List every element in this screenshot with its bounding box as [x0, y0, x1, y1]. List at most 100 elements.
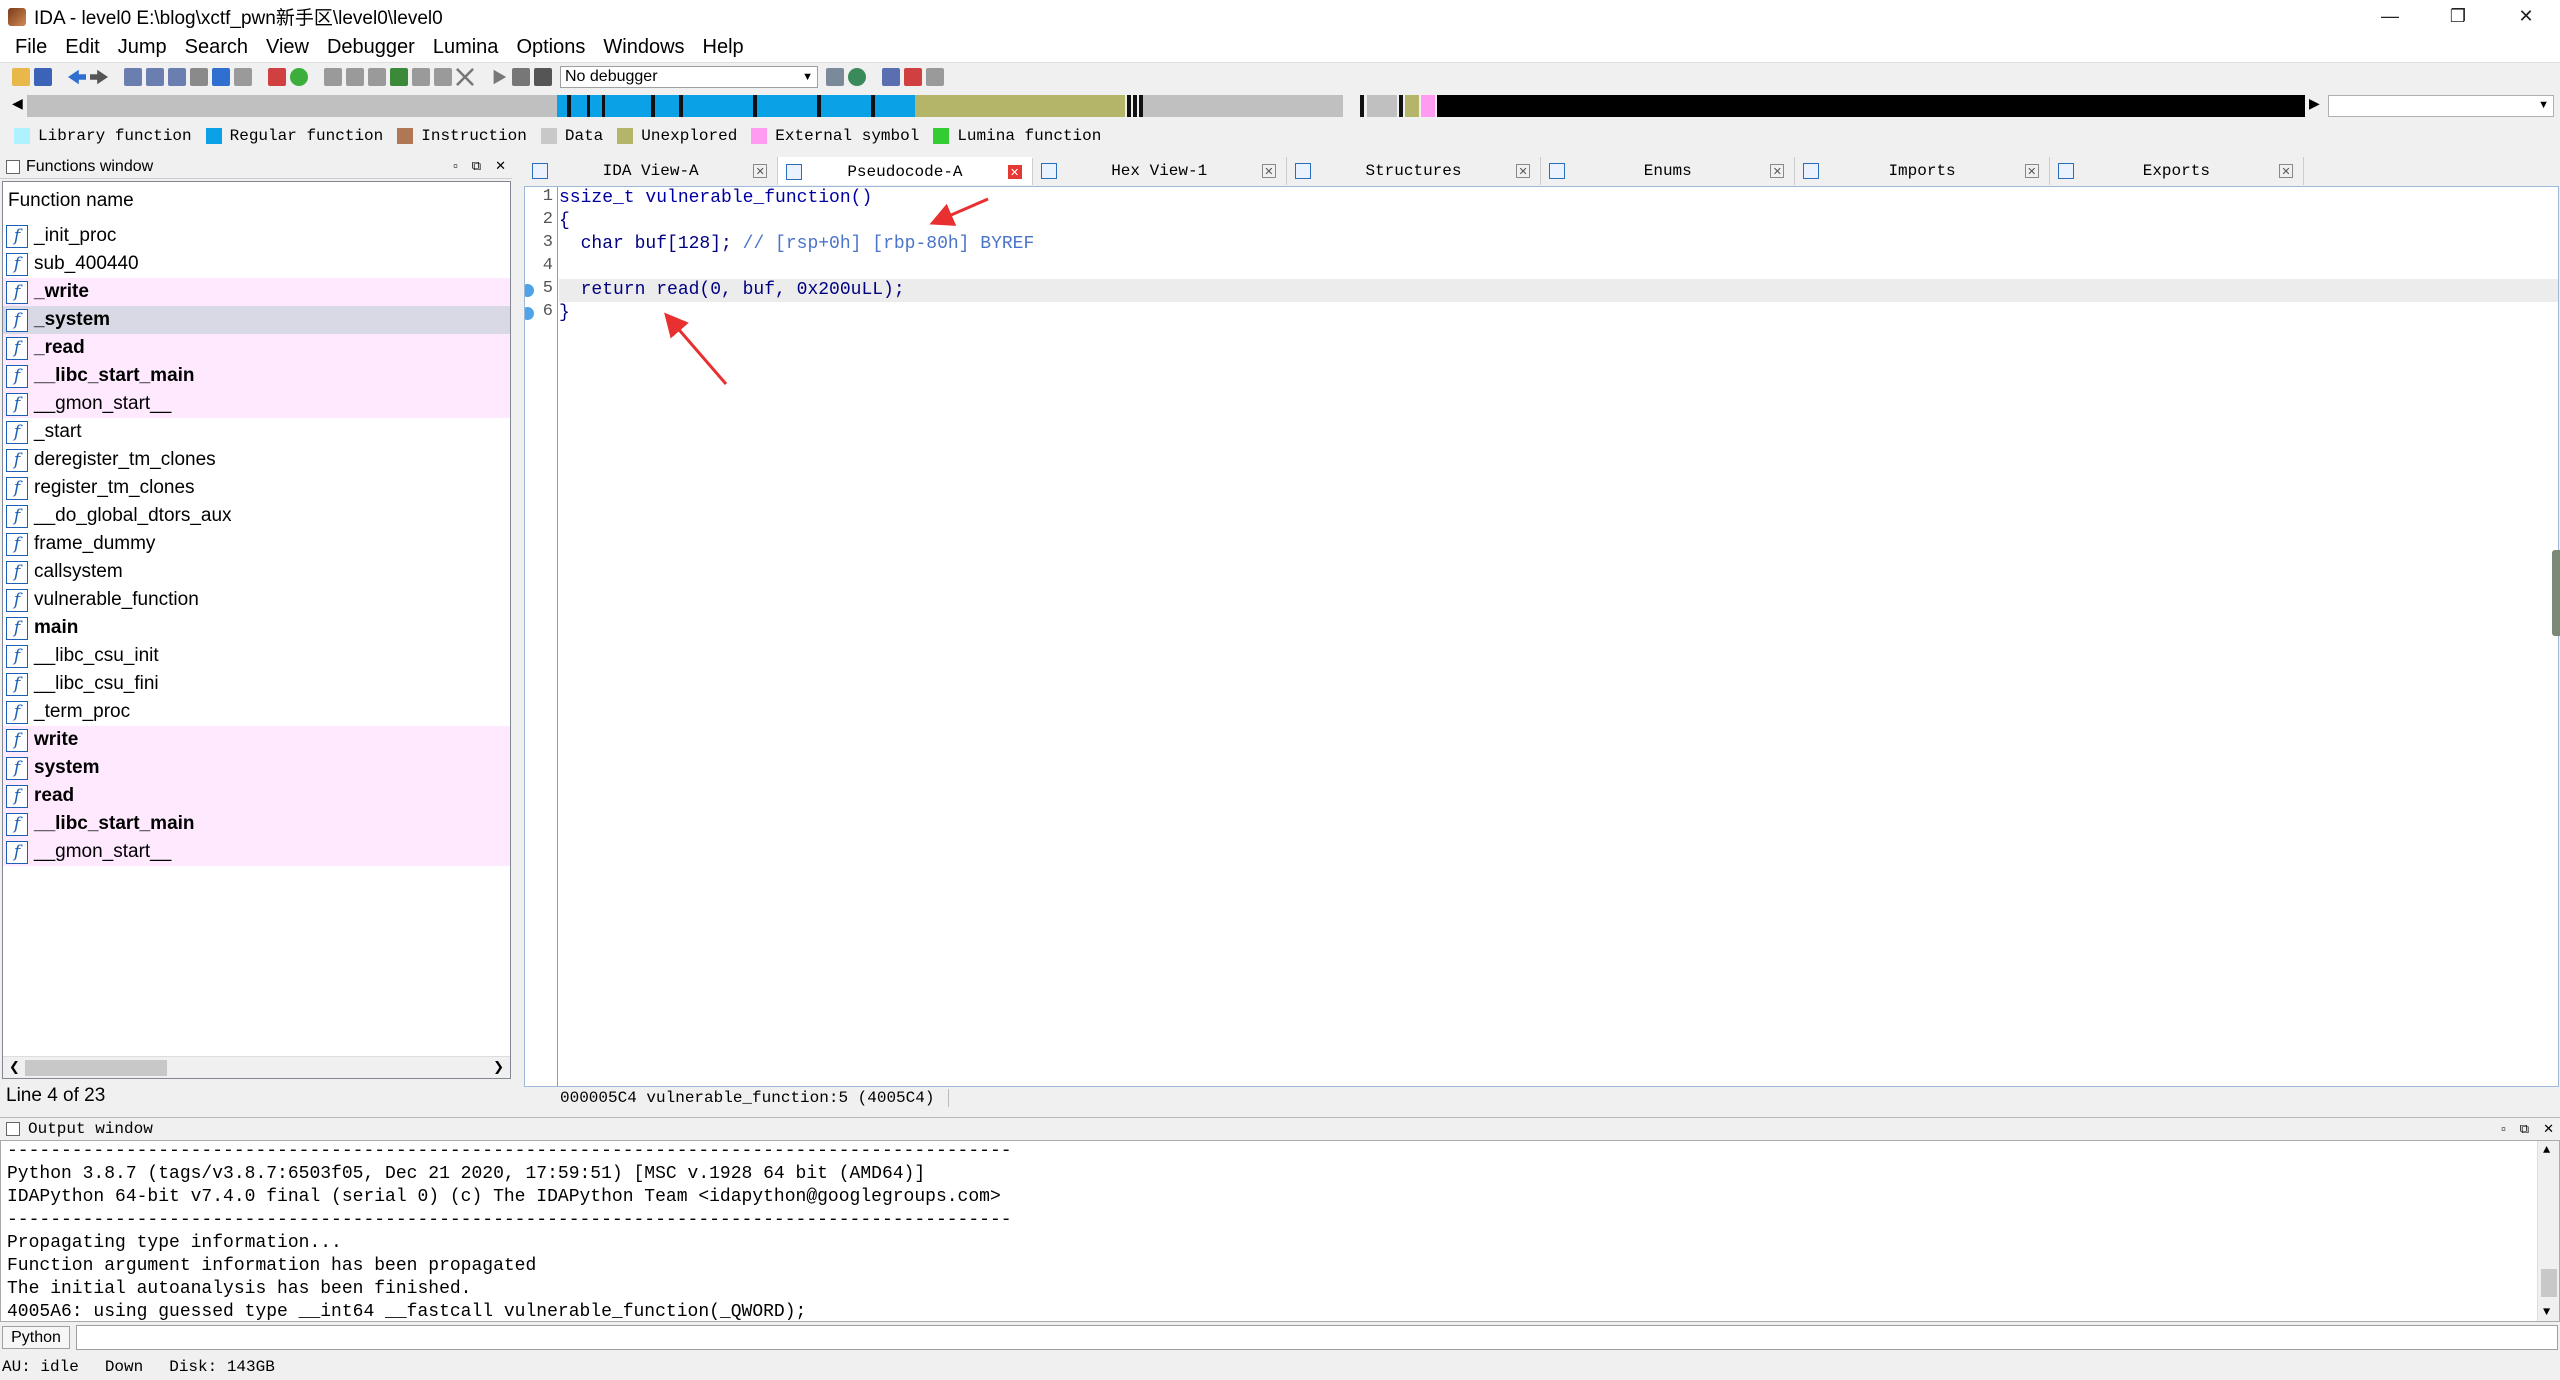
data-icon[interactable]	[390, 68, 408, 86]
menu-windows[interactable]: Windows	[594, 36, 693, 59]
side-handle[interactable]	[2552, 550, 2560, 636]
graph-icon[interactable]	[234, 68, 252, 86]
pane-minimize-icon[interactable]: ▫	[2501, 1121, 2506, 1137]
tab-close-icon[interactable]: ✕	[1007, 165, 1022, 179]
scroll-thumb[interactable]	[25, 1060, 167, 1076]
scroll-thumb[interactable]	[2541, 1269, 2557, 1297]
tab-exports[interactable]: Exports ✕	[2049, 157, 2304, 185]
code-line[interactable]: ssize_t vulnerable_function()	[559, 187, 2558, 210]
tab-close-icon[interactable]: ✕	[1516, 164, 1531, 178]
function-list-item[interactable]: f __libc_start_main	[3, 362, 510, 390]
function-list-item[interactable]: f __gmon_start__	[3, 390, 510, 418]
function-list-item[interactable]: f __do_global_dtors_aux	[3, 502, 510, 530]
output-window[interactable]: ----------------------------------------…	[0, 1140, 2560, 1322]
cross-icon[interactable]	[456, 68, 474, 86]
tab-close-icon[interactable]: ✕	[753, 164, 768, 178]
navigation-bar[interactable]	[27, 95, 2305, 117]
function-list-item[interactable]: f _start	[3, 418, 510, 446]
function-list-item[interactable]: f vulnerable_function	[3, 586, 510, 614]
stop-icon[interactable]	[534, 68, 552, 86]
function-list-item[interactable]: f _write	[3, 278, 510, 306]
attach-icon[interactable]	[826, 68, 844, 86]
function-list-item[interactable]: f sub_400440	[3, 250, 510, 278]
breakpoint-dot-icon[interactable]	[525, 307, 534, 320]
tab-imports[interactable]: Imports ✕	[1795, 157, 2050, 185]
code-line[interactable]: }	[559, 302, 2558, 325]
function-list-item[interactable]: f __gmon_start__	[3, 838, 510, 866]
menu-lumina[interactable]: Lumina	[424, 36, 508, 59]
vertical-scrollbar[interactable]: ▲ ▼	[2537, 1141, 2559, 1321]
breakpoint-icon[interactable]	[882, 68, 900, 86]
menu-help[interactable]: Help	[694, 36, 753, 59]
segment-selector[interactable]: ▼	[2328, 95, 2554, 117]
scroll-down-icon[interactable]: ▼	[2543, 1305, 2550, 1319]
code-line[interactable]: char buf[128]; // [rsp+0h] [rbp-80h] BYR…	[559, 233, 2558, 256]
enum-icon[interactable]	[346, 68, 364, 86]
search-code-icon[interactable]	[190, 68, 208, 86]
struct-icon[interactable]	[324, 68, 342, 86]
binary-search-icon[interactable]	[124, 68, 142, 86]
menu-edit[interactable]: Edit	[56, 36, 108, 59]
tab-close-icon[interactable]: ✕	[2278, 164, 2293, 178]
function-list-item[interactable]: f __libc_csu_fini	[3, 670, 510, 698]
function-list-item[interactable]: f frame_dummy	[3, 530, 510, 558]
horizontal-scrollbar[interactable]: ❮ ❯	[3, 1056, 510, 1078]
back-arrow-icon[interactable]	[68, 69, 86, 85]
minimize-button[interactable]: —	[2356, 0, 2424, 33]
refresh-icon[interactable]	[848, 68, 866, 86]
pane-minimize-icon[interactable]: ▫	[453, 158, 458, 174]
code-line[interactable]: {	[559, 210, 2558, 233]
undefine-icon[interactable]	[412, 68, 430, 86]
function-list-item[interactable]: f callsystem	[3, 558, 510, 586]
code-line[interactable]	[559, 256, 2558, 279]
function-list-item[interactable]: f __libc_csu_init	[3, 642, 510, 670]
pseudocode-view[interactable]: 1 2 3 4 5 6 ssize_t vulnerable_function() { ch…	[524, 186, 2559, 1087]
scroll-up-icon[interactable]: ▲	[2543, 1143, 2550, 1157]
menu-options[interactable]: Options	[507, 36, 594, 59]
python-command-input[interactable]	[76, 1325, 2558, 1350]
run-script-icon[interactable]	[290, 68, 308, 86]
debugger-select[interactable]: No debugger ▼	[560, 66, 818, 88]
function-list-item[interactable]: f read	[3, 782, 510, 810]
text-search-icon[interactable]	[146, 68, 164, 86]
code-icon[interactable]	[368, 68, 386, 86]
tools-icon[interactable]	[926, 68, 944, 86]
tab-pseudocode-a[interactable]: Pseudocode-A ✕	[778, 157, 1033, 185]
pause-icon[interactable]	[512, 68, 530, 86]
tab-close-icon[interactable]: ✕	[2024, 164, 2039, 178]
function-list-item[interactable]: f _term_proc	[3, 698, 510, 726]
chart-icon[interactable]	[268, 68, 286, 86]
tab-hex-view-1[interactable]: Hex View-1 ✕	[1032, 157, 1287, 185]
function-list-item[interactable]: f main	[3, 614, 510, 642]
code-line[interactable]: return read(0, buf, 0x200uLL);	[559, 279, 2558, 302]
scroll-left-icon[interactable]: ❮	[9, 1059, 20, 1075]
function-list-item[interactable]: f _init_proc	[3, 222, 510, 250]
save-icon[interactable]	[34, 68, 52, 86]
jump-down-icon[interactable]	[212, 68, 230, 86]
tab-close-icon[interactable]: ✕	[1770, 164, 1785, 178]
nav-left-arrow-icon[interactable]: ◀	[12, 95, 23, 112]
scroll-right-icon[interactable]: ❯	[493, 1059, 504, 1075]
function-list-item[interactable]: f system	[3, 754, 510, 782]
nav-right-arrow-icon[interactable]: ▶	[2309, 95, 2320, 112]
restore-button[interactable]: ❐	[2424, 0, 2492, 33]
pane-float-icon[interactable]: ⧉	[472, 158, 481, 174]
function-name-column-header[interactable]: Function name	[3, 182, 510, 220]
menu-view[interactable]: View	[257, 36, 318, 59]
search-next-icon[interactable]	[168, 68, 186, 86]
menu-jump[interactable]: Jump	[109, 36, 176, 59]
tab-enums[interactable]: Enums ✕	[1541, 157, 1796, 185]
function-list-item[interactable]: f __libc_start_main	[3, 810, 510, 838]
function-list-item[interactable]: f register_tm_clones	[3, 474, 510, 502]
tab-structures[interactable]: Structures ✕	[1286, 157, 1542, 185]
trace-icon[interactable]	[904, 68, 922, 86]
function-list-item[interactable]: f write	[3, 726, 510, 754]
breakpoint-dot-icon[interactable]	[525, 284, 534, 297]
tab-ida-view-a[interactable]: IDA View-A ✕	[524, 157, 779, 185]
play-icon[interactable]	[493, 69, 507, 85]
menu-debugger[interactable]: Debugger	[318, 36, 424, 59]
tab-close-icon[interactable]: ✕	[1261, 164, 1276, 178]
forward-arrow-icon[interactable]	[90, 69, 108, 85]
pane-close-icon[interactable]: ✕	[2543, 1121, 2554, 1137]
close-button[interactable]: ✕	[2492, 0, 2560, 33]
